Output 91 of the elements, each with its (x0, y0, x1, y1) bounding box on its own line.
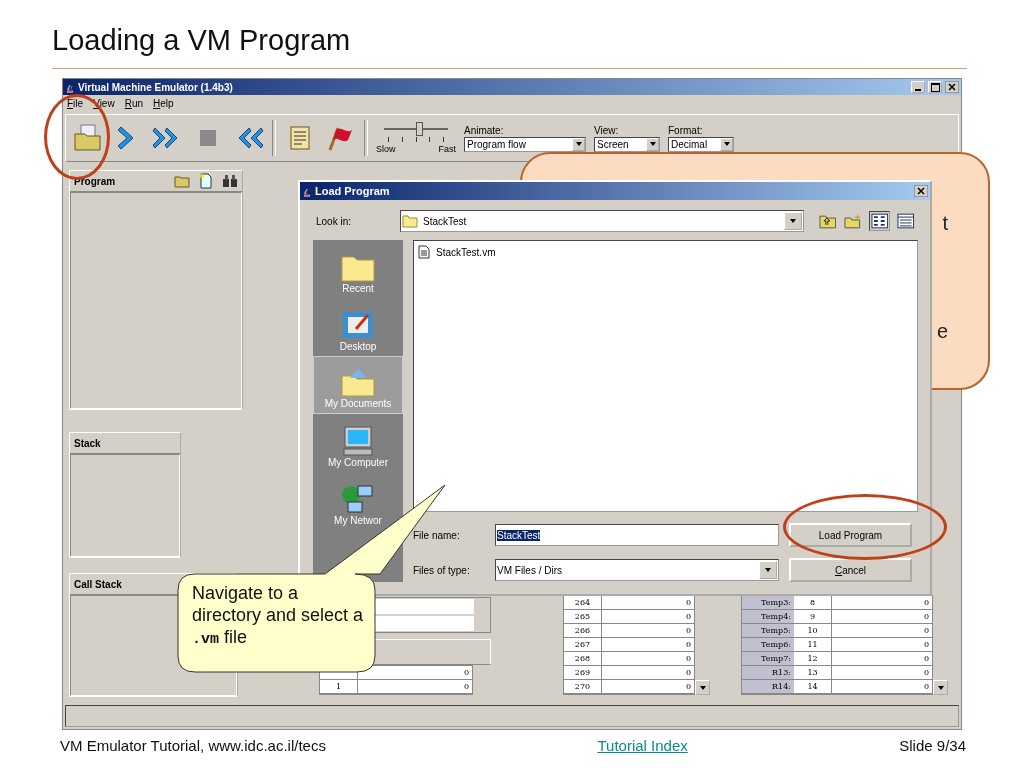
table-cell-text: 0 (684, 626, 692, 635)
panel-title: Stack (74, 437, 101, 449)
file-name-field[interactable]: StackTest (495, 524, 779, 546)
scroll-down-button[interactable] (695, 680, 710, 695)
table-cell-text: 0 (922, 668, 930, 677)
list-view-icon[interactable] (868, 211, 891, 231)
dialog-title: Load Program (315, 185, 390, 197)
callout-text: e (936, 320, 948, 342)
speed-slider[interactable] (384, 122, 448, 136)
format-label: Format: (668, 124, 704, 136)
table-cell: 14 (794, 680, 832, 693)
tutorial-index-link[interactable]: Tutorial Index (597, 737, 688, 754)
table-cell: 9 (794, 610, 832, 623)
table-cell: 13 (794, 666, 832, 679)
close-button[interactable] (945, 81, 959, 93)
menu-item[interactable]: Run (124, 98, 143, 109)
look-in-label: Look in: (316, 215, 353, 227)
computer-icon (340, 425, 376, 457)
animate-dropdown[interactable]: Program flow (464, 136, 586, 152)
table-cell: 265 (564, 610, 602, 623)
slide-title: Loading a VM Program (52, 24, 351, 57)
table-cell-text: 0 (684, 682, 692, 691)
window-title: Virtual Machine Emulator (1.4b3) (78, 81, 233, 93)
table-cell: Temp4: (742, 610, 794, 623)
table-cell-text: 0 (684, 654, 692, 663)
desktop-icon (340, 309, 376, 341)
places-item[interactable]: Desktop (313, 298, 403, 356)
table-cell: 11 (794, 638, 832, 651)
format-dropdown[interactable]: Decimal (668, 136, 734, 152)
view-dropdown[interactable]: Screen (594, 136, 660, 152)
table-cell-text: 0 (684, 612, 692, 621)
table-cell: 10 (794, 624, 832, 637)
binoculars-icon[interactable] (222, 173, 238, 189)
places-item[interactable]: My Computer (313, 414, 403, 472)
places-item[interactable]: My Networ (313, 472, 403, 530)
files-of-type-label: Files of type: (413, 564, 471, 576)
load-program-button[interactable]: Load Program (789, 523, 912, 547)
table-cell: 267 (564, 638, 602, 651)
table-cell: 12 (794, 652, 832, 665)
table-cell: R14: (742, 680, 794, 693)
vm-file-entry[interactable]: StackTest.vm (418, 245, 913, 259)
scroll-down-button[interactable] (933, 680, 948, 695)
table-cell-text: 0 (462, 668, 470, 677)
table-cell: 268 (564, 652, 602, 665)
table-cell: 266 (564, 624, 602, 637)
open-folder-icon[interactable] (72, 122, 104, 154)
slide-number: Slide 9/34 (899, 737, 966, 754)
document-icon (418, 245, 430, 259)
minimize-button[interactable] (911, 81, 925, 93)
new-file-icon[interactable] (198, 173, 214, 189)
table-cell: 1 (335, 682, 342, 691)
file-name-label: File name: (413, 529, 461, 541)
table-cell-text: 0 (684, 668, 692, 677)
panel-title: Call Stack (74, 578, 122, 590)
table-cell: Temp3: (742, 596, 794, 609)
fast-label: Fast (438, 144, 456, 154)
look-in-dropdown[interactable]: StackTest (400, 210, 804, 232)
table-cell: Temp6: (742, 638, 794, 651)
table-cell: 270 (564, 680, 602, 693)
table-cell-text: 0 (922, 626, 930, 635)
table-cell-text: 0 (462, 682, 470, 691)
table-cell-text: 0 (922, 612, 930, 621)
table-cell: 269 (564, 666, 602, 679)
table-cell: R13: (742, 666, 794, 679)
up-folder-icon[interactable] (817, 212, 838, 230)
files-of-type-dropdown[interactable]: VM Files / Dirs (495, 559, 779, 581)
places-item[interactable]: Recent (313, 240, 403, 298)
network-icon (340, 483, 376, 515)
menu-item[interactable]: Help (153, 98, 174, 109)
documents-folder-icon (340, 366, 376, 398)
table-cell-text: 0 (684, 598, 692, 607)
folder-icon (402, 214, 418, 228)
table-cell-text: 0 (684, 640, 692, 649)
callout-text: Navigate to a directory and select a .vm file (192, 582, 365, 650)
table-cell: Temp5: (742, 624, 794, 637)
table-cell-text: 0 (922, 598, 930, 607)
details-view-icon[interactable] (896, 212, 916, 230)
table-cell-text: 0 (922, 640, 930, 649)
table-cell: Temp7: (742, 652, 794, 665)
table-cell-text: 0 (922, 654, 930, 663)
table-cell-text: 0 (922, 682, 930, 691)
animate-label: Animate: (464, 124, 505, 136)
view-label: View: (594, 124, 620, 136)
maximize-button[interactable] (928, 81, 942, 93)
cancel-button[interactable]: Cancel (789, 558, 912, 582)
new-folder-icon[interactable] (843, 212, 863, 230)
footer-text: VM Emulator Tutorial, www.idc.ac.il/tecs (60, 737, 326, 754)
slow-label: Slow (376, 144, 396, 154)
callout-text: t (942, 212, 948, 234)
close-button[interactable] (914, 185, 928, 197)
menu-item[interactable]: File (67, 98, 84, 109)
